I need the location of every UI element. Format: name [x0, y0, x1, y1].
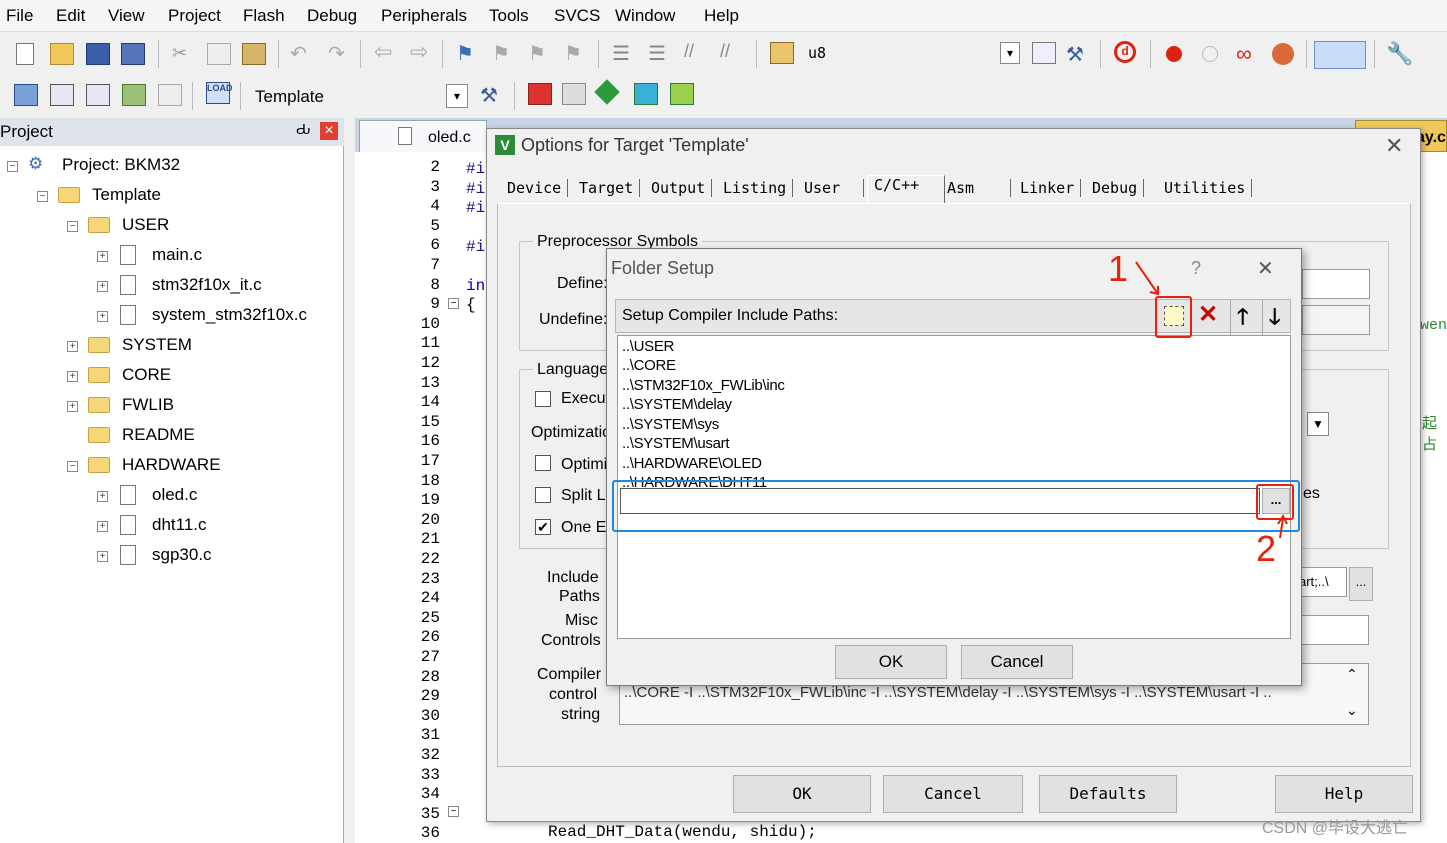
arrow-1	[1135, 261, 1159, 295]
watermark: CSDN @毕设大逃亡	[1262, 820, 1409, 837]
annotation-arrows	[1135, 261, 1288, 539]
